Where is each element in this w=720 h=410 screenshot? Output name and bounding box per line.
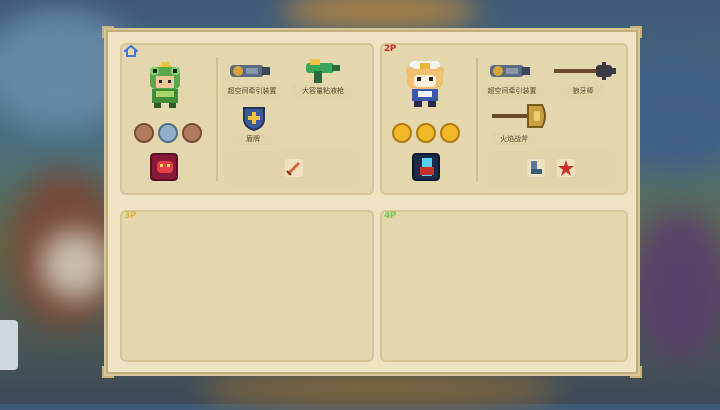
player-tag: 4P [384, 211, 396, 221]
shield-buff-icon [158, 123, 178, 143]
weapon-label: 火焰战斧 [492, 133, 536, 145]
player-1-slot[interactable]: 超空间牵引装置 大容量粘液枪 盾牌 [120, 43, 374, 195]
gold-buff-icon [392, 123, 412, 143]
red-beast-skill-icon[interactable] [150, 153, 178, 181]
gold-fist-buff-icon [416, 123, 436, 143]
frog-knight-character [150, 62, 180, 108]
weapon-label: 超空间牵引装置 [482, 85, 542, 97]
gravity-cannon-icon [230, 65, 270, 77]
player-3-slot[interactable]: 3P [120, 210, 374, 362]
player-2-slot[interactable]: 2P 超空间牵引装置 狼牙棒 火焰战斧 [380, 43, 628, 195]
player-tag: 2P [384, 44, 396, 54]
sword-icon [285, 159, 303, 177]
fist-buff-icon [182, 123, 202, 143]
player-4-slot[interactable]: 4P [380, 210, 628, 362]
star-shield-icon [557, 159, 575, 177]
weapon-label: 狼牙棒 [562, 85, 604, 97]
accessory-slot[interactable] [486, 151, 614, 185]
party-panel: 超空间牵引装置 大容量粘液枪 盾牌 2P 超空间牵引装置 狼牙棒 火焰战斧 3P… [102, 26, 642, 378]
home-icon [124, 45, 138, 57]
fire-axe-icon [492, 104, 546, 128]
boots-icon [527, 159, 545, 177]
weapon-label: 超空间牵引装置 [222, 85, 282, 97]
weapon-label: 盾牌 [232, 133, 274, 145]
sword-buff-icon [134, 123, 154, 143]
slime-gun-icon [306, 59, 340, 83]
player-tag: 3P [124, 211, 136, 221]
mace-icon [554, 62, 616, 80]
shield-icon [243, 107, 265, 131]
accessory-slot[interactable] [226, 151, 360, 185]
gold-shield-buff-icon [440, 123, 460, 143]
gravity-cannon-icon [490, 65, 530, 77]
weapon-label: 大容量粘液枪 [292, 85, 354, 97]
side-handle[interactable] [0, 320, 18, 370]
lightning-skill-icon[interactable] [412, 153, 440, 181]
hamster-chef-character [406, 61, 444, 107]
